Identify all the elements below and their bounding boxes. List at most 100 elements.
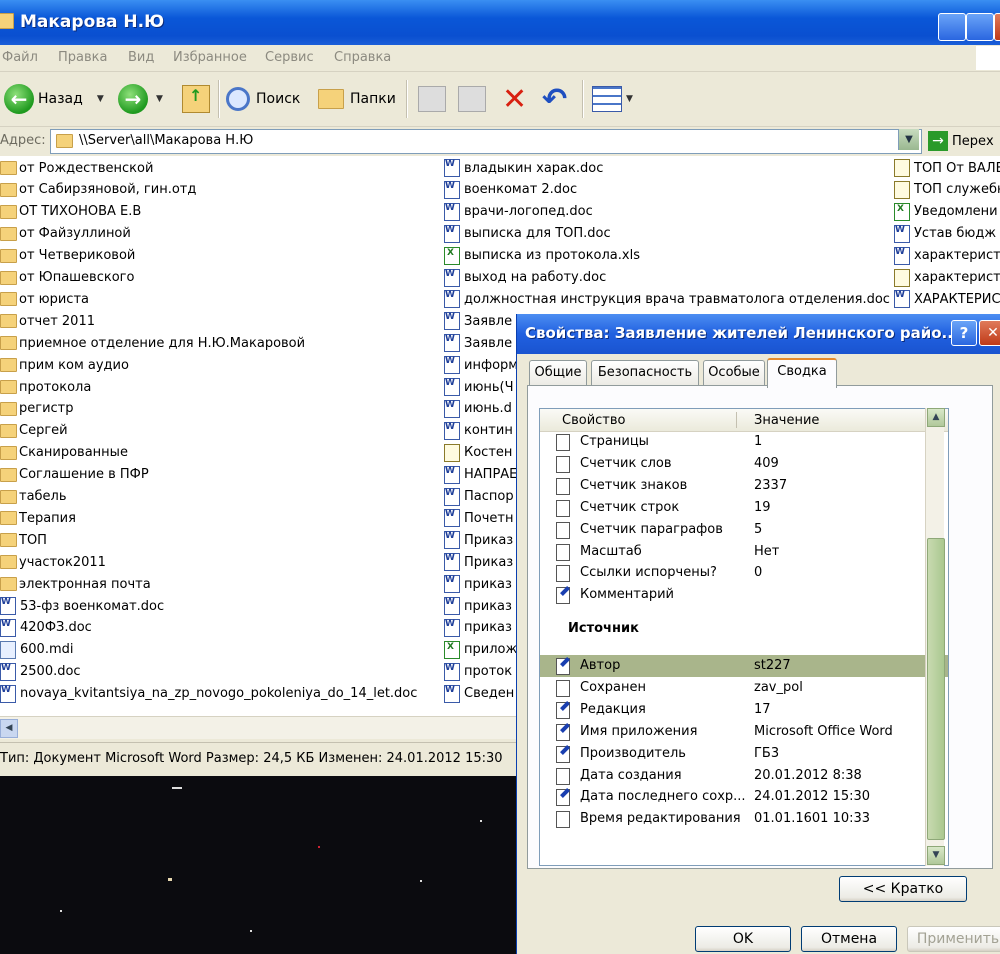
scroll-up-button[interactable]: ▲ <box>927 408 945 427</box>
column-value[interactable]: Значение <box>754 413 819 428</box>
file-list-item[interactable]: от Файзуллиной <box>0 224 131 244</box>
menu-file[interactable]: Файл <box>2 50 38 65</box>
file-list-item[interactable]: владыкин харак.doc <box>444 158 603 178</box>
property-row[interactable]: Дата создания 20.01.2012 8:38 <box>540 765 948 787</box>
move-to-button[interactable] <box>418 82 446 116</box>
cancel-button[interactable]: Отмена <box>801 926 897 952</box>
file-list-item[interactable]: должностная инструкция врача травматолог… <box>444 289 890 309</box>
property-row[interactable]: Масштаб Нет <box>540 541 948 563</box>
horizontal-scrollbar[interactable]: ◀ <box>0 716 516 739</box>
menu-edit[interactable]: Правка <box>58 50 107 65</box>
file-list-item[interactable]: проток <box>444 662 512 682</box>
dialog-close-button[interactable]: ✕ <box>979 320 1000 346</box>
file-list-item[interactable]: приказ <box>444 574 512 594</box>
file-list-item[interactable]: Сведен <box>444 684 514 704</box>
file-list-item[interactable]: июнь.d <box>444 399 512 419</box>
forward-button[interactable]: → ▼ <box>118 82 163 116</box>
property-row[interactable]: Сохранен zav_pol <box>540 677 948 699</box>
undo-button[interactable]: ↶ <box>542 82 567 117</box>
file-list-item[interactable]: Костен <box>444 443 512 463</box>
file-list-item[interactable]: от Сабирзяновой, гин.отд <box>0 180 196 200</box>
forward-dropdown-icon[interactable]: ▼ <box>156 94 163 104</box>
property-row[interactable]: Страницы 1 <box>540 431 948 453</box>
property-row[interactable]: Время редактирования 01.01.1601 10:33 <box>540 808 948 830</box>
file-list-item[interactable]: приемное отделение для Н.Ю.Макаровой <box>0 333 305 353</box>
explorer-titlebar[interactable]: Макарова Н.Ю <box>0 0 1000 45</box>
file-list-item[interactable]: Соглашение в ПФР <box>0 465 149 485</box>
menu-tools[interactable]: Сервис <box>265 50 314 65</box>
ok-button[interactable]: OK <box>695 926 791 952</box>
maximize-button[interactable] <box>966 13 994 41</box>
file-list-item[interactable]: прилож <box>444 640 517 660</box>
help-button[interactable]: ? <box>951 320 977 346</box>
file-list-item[interactable]: от Четвериковой <box>0 246 135 266</box>
file-list-item[interactable]: ОТ ТИХОНОВА Е.В <box>0 202 141 222</box>
file-list-item[interactable]: июнь(Ч <box>444 377 514 397</box>
property-row[interactable]: Счетчик слов 409 <box>540 453 948 475</box>
file-list-item[interactable]: Паспор <box>444 487 514 507</box>
column-divider[interactable] <box>736 412 737 428</box>
file-list-item[interactable]: табель <box>0 487 67 507</box>
copy-to-button[interactable] <box>458 82 486 116</box>
file-list-item[interactable]: приказ <box>444 618 512 638</box>
file-list-item[interactable]: характерист <box>894 246 1000 266</box>
apply-button[interactable]: Применить <box>907 926 1000 952</box>
file-list-item[interactable]: участок2011 <box>0 552 106 572</box>
minimize-button[interactable] <box>938 13 966 41</box>
tab-summary[interactable]: Сводка <box>767 358 837 388</box>
file-list-item[interactable]: ТОП От ВАЛЕ <box>894 158 1000 178</box>
file-list-item[interactable]: врачи-логопед.doc <box>444 202 593 222</box>
property-row[interactable]: Редакция 17 <box>540 699 948 721</box>
file-list-item[interactable]: Приказ <box>444 530 513 550</box>
file-list-item[interactable]: Заявле <box>444 333 512 353</box>
file-list-item[interactable]: ТОП <box>0 530 47 550</box>
property-row[interactable]: Счетчик строк 19 <box>540 497 948 519</box>
property-row[interactable]: Дата последнего сохр... 24.01.2012 15:30 <box>540 786 948 808</box>
delete-button[interactable]: ✕ <box>502 82 527 117</box>
file-list-item[interactable]: от Рождественской <box>0 158 153 178</box>
file-list-item[interactable]: Заявле <box>444 311 512 331</box>
brief-button[interactable]: << Кратко <box>839 876 967 902</box>
file-list-item[interactable]: отчет 2011 <box>0 311 95 331</box>
views-dropdown-icon[interactable]: ▼ <box>626 94 633 104</box>
file-list-item[interactable]: Устав бюдж <box>894 224 996 244</box>
file-list-item[interactable]: Сергей <box>0 421 68 441</box>
file-list-item[interactable]: Приказ <box>444 552 513 572</box>
tab-custom[interactable]: Особые <box>703 360 765 385</box>
property-row[interactable]: Комментарий <box>540 584 948 606</box>
file-list-item[interactable]: прим ком аудио <box>0 355 129 375</box>
file-list-item[interactable]: военкомат 2.doc <box>444 180 577 200</box>
file-list-item[interactable]: протокола <box>0 377 91 397</box>
menu-help[interactable]: Справка <box>334 50 391 65</box>
file-list-item[interactable]: контин <box>444 421 513 441</box>
file-list-item[interactable]: от Юпашевского <box>0 268 134 288</box>
file-list-item[interactable]: выписка для ТОП.doc <box>444 224 611 244</box>
menu-view[interactable]: Вид <box>128 50 154 65</box>
file-list-item[interactable]: 420ФЗ.doc <box>0 618 92 638</box>
folders-button[interactable]: Папки <box>318 82 396 116</box>
file-list-item[interactable]: характерист <box>894 268 1000 288</box>
file-list-item[interactable]: Почетн <box>444 508 513 528</box>
back-button[interactable]: ← Назад ▼ <box>4 82 104 116</box>
property-row[interactable]: Автор st227 <box>540 655 948 677</box>
views-button[interactable]: ▼ <box>592 82 633 116</box>
file-list-item[interactable]: электронная почта <box>0 574 151 594</box>
file-list-item[interactable]: информ <box>444 355 518 375</box>
scroll-thumb[interactable] <box>927 538 945 840</box>
scroll-left-button[interactable]: ◀ <box>0 719 18 738</box>
property-row[interactable]: Ссылки испорчены? 0 <box>540 562 948 584</box>
scroll-down-button[interactable]: ▼ <box>927 846 945 865</box>
property-list[interactable]: Свойство Значение Страницы 1 Счетчик слов 4… <box>539 408 949 866</box>
go-button[interactable]: → Перех <box>928 131 994 151</box>
search-button[interactable]: Поиск <box>226 82 300 116</box>
address-input[interactable]: \\Server\all\Макарова Н.Ю <box>50 129 922 154</box>
file-list-item[interactable]: от юриста <box>0 289 89 309</box>
up-folder-button[interactable]: ↑ <box>182 82 210 116</box>
file-list-item[interactable]: 53-фз военкомат.doc <box>0 596 164 616</box>
file-list-item[interactable]: выход на работу.doc <box>444 268 606 288</box>
menu-favorites[interactable]: Избранное <box>173 50 247 65</box>
file-list-item[interactable]: приказ <box>444 596 512 616</box>
tab-security[interactable]: Безопасность <box>591 360 699 385</box>
tab-general[interactable]: Общие <box>529 360 587 385</box>
property-row[interactable]: Имя приложения Microsoft Office Word <box>540 721 948 743</box>
